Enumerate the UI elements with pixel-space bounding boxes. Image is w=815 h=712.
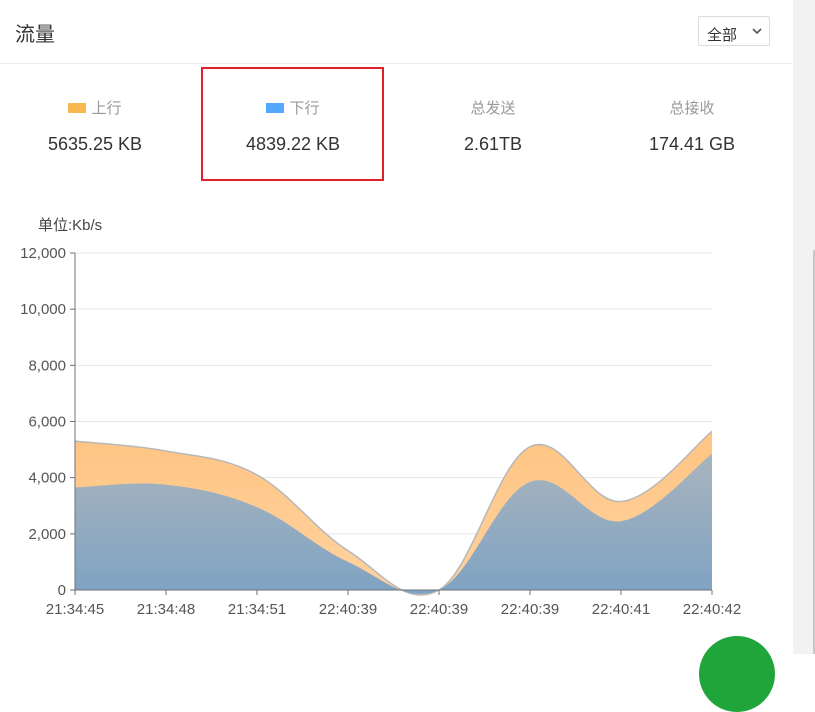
stat-total-sent-label: 总发送 bbox=[470, 100, 516, 117]
download-highlight-box bbox=[201, 67, 384, 181]
y-tick-label: 4,000 bbox=[28, 470, 66, 487]
stat-total-received-label: 总接收 bbox=[669, 100, 715, 117]
interface-filter-select[interactable]: 全部 bbox=[698, 16, 770, 46]
y-tick-label: 12,000 bbox=[20, 245, 66, 262]
x-tick-label: 22:40:39 bbox=[410, 601, 468, 618]
panel-header: 流量 全部 bbox=[0, 0, 793, 64]
x-tick-label: 22:40:42 bbox=[683, 601, 741, 618]
floating-action-button[interactable] bbox=[699, 636, 775, 712]
x-tick-label: 22:40:39 bbox=[501, 601, 559, 618]
filter-selected-value: 全部 bbox=[707, 27, 738, 44]
y-tick-label: 2,000 bbox=[28, 526, 66, 543]
y-tick-label: 8,000 bbox=[28, 357, 66, 374]
chart-unit-label: 单位:Kb/s bbox=[38, 217, 103, 234]
x-tick-label: 22:40:39 bbox=[319, 601, 377, 618]
traffic-area-chart: 0 2,000 4,000 6,000 8,000 10,000 12,000 21:34:4… bbox=[20, 245, 741, 618]
stat-total-sent: 总发送 2.61TB bbox=[398, 98, 588, 157]
stat-upload-label: 上行 bbox=[91, 100, 122, 117]
upload-legend-swatch bbox=[68, 103, 87, 113]
y-tick-label: 0 bbox=[58, 582, 66, 599]
x-tick-label: 21:34:51 bbox=[228, 601, 286, 618]
y-tick-label: 6,000 bbox=[28, 414, 66, 431]
stat-total-sent-value: 2.61TB bbox=[463, 134, 523, 154]
stat-total-received-value: 174.41 GB bbox=[648, 134, 736, 154]
stat-upload-value: 5635.25 KB bbox=[47, 134, 143, 154]
scrollbar-track[interactable] bbox=[793, 0, 815, 654]
x-tick-label: 21:34:48 bbox=[137, 601, 195, 618]
stat-total-received: 总接收 174.41 GB bbox=[597, 98, 787, 157]
x-tick-label: 22:40:41 bbox=[592, 601, 650, 618]
panel-title: 流量 bbox=[15, 24, 55, 46]
x-tick-label: 21:34:45 bbox=[46, 601, 104, 618]
chevron-down-icon bbox=[752, 28, 762, 35]
y-tick-label: 10,000 bbox=[20, 301, 66, 318]
stat-upload: 上行 5635.25 KB bbox=[0, 98, 190, 157]
traffic-panel: 流量 全部 上行 5635.25 KB 下行 4839.22 KB 总发送 2.… bbox=[0, 0, 793, 654]
